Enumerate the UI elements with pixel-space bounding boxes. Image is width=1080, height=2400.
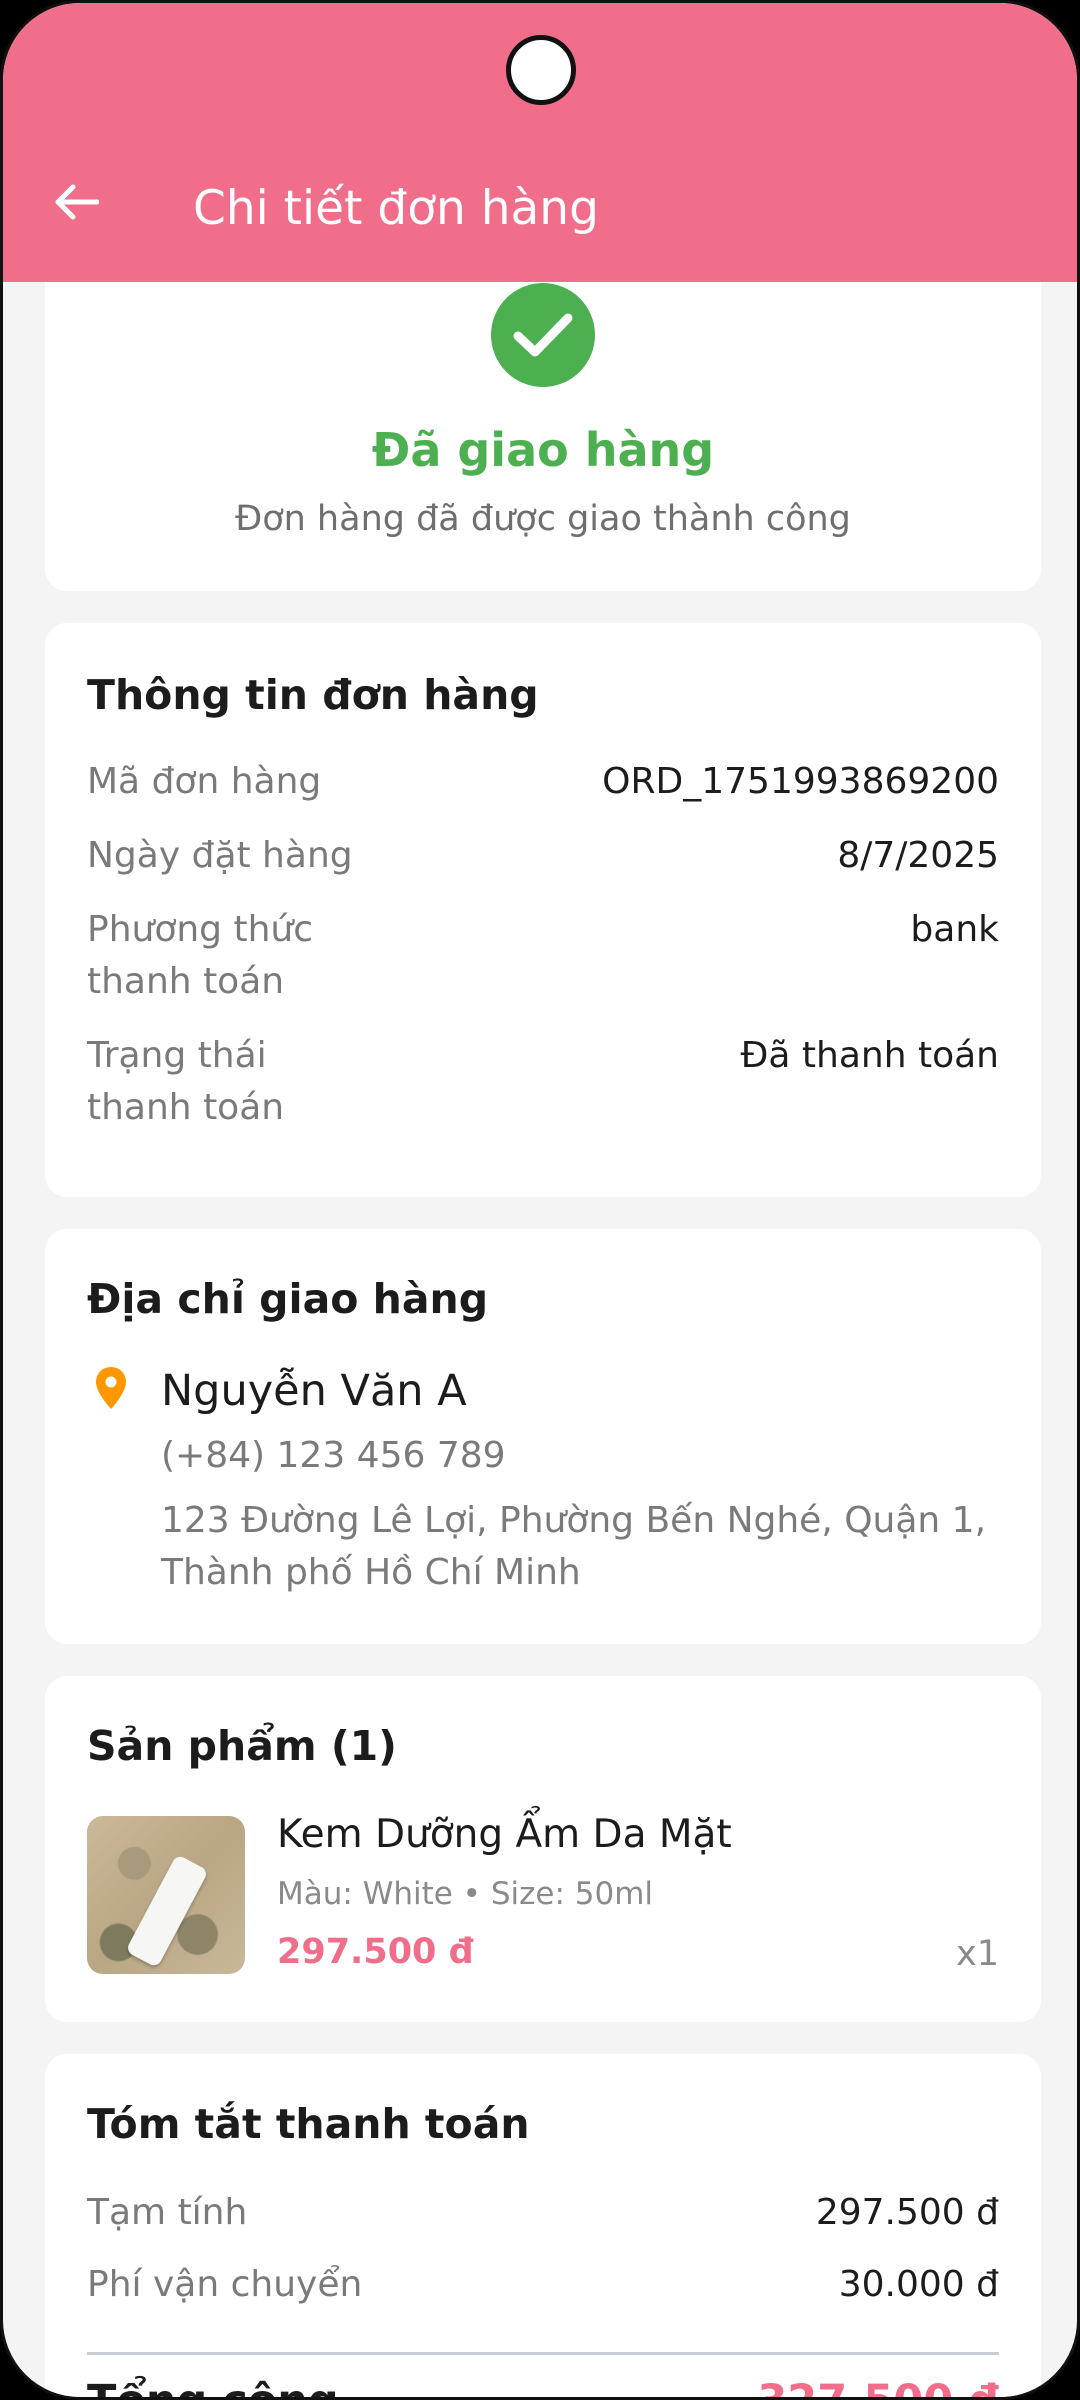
back-button[interactable] bbox=[49, 175, 103, 229]
product-name[interactable]: Kem Dưỡng Ẩm Da Mặt bbox=[277, 1812, 732, 1857]
order-date-label: Ngày đặt hàng bbox=[87, 835, 353, 876]
status-subtitle: Đơn hàng đã được giao thành công bbox=[235, 499, 851, 539]
payment-method-label: Phương thức thanh toán bbox=[87, 909, 314, 1002]
order-id-value: ORD_1751993869200 bbox=[602, 761, 999, 802]
total-label: Tổng cộng bbox=[87, 2376, 339, 2397]
recipient-name: Nguyễn Văn A bbox=[161, 1366, 467, 1416]
total-value: 327.500 đ bbox=[757, 2376, 999, 2397]
product-variant: Màu: White • Size: 50ml bbox=[277, 1876, 654, 1912]
app-bar: Chi tiết đơn hàng bbox=[3, 3, 1077, 282]
recipient-phone: (+84) 123 456 789 bbox=[161, 1435, 506, 1476]
address-line: 123 Đường Lê Lợi, Phường Bến Nghé, Quận … bbox=[161, 1500, 987, 1593]
order-id-label: Mã đơn hàng bbox=[87, 761, 322, 802]
payment-status-label: Trạng thái thanh toán bbox=[87, 1035, 285, 1128]
product-tube-graphic bbox=[125, 1853, 209, 1969]
payment-status-value: Đã thanh toán bbox=[740, 1035, 1000, 1076]
subtotal-label: Tạm tính bbox=[87, 2192, 248, 2233]
check-icon bbox=[513, 313, 573, 357]
camera-cutout bbox=[506, 35, 576, 105]
location-pin-icon bbox=[96, 1367, 126, 1409]
status-title: Đã giao hàng bbox=[371, 423, 715, 477]
payment-summary-card: Tóm tắt thanh toán Tạm tính 297.500 đ Ph… bbox=[45, 2054, 1041, 2397]
order-status-card: Đã giao hàng Đơn hàng đã được giao thành… bbox=[45, 233, 1041, 591]
order-info-card: Thông tin đơn hàng Mã đơn hàng ORD_17519… bbox=[45, 623, 1041, 1197]
product-image[interactable] bbox=[87, 1816, 245, 1974]
order-info-title: Thông tin đơn hàng bbox=[87, 671, 539, 719]
arrow-left-icon bbox=[55, 184, 99, 220]
check-circle-icon bbox=[491, 283, 595, 387]
product-price: 297.500 đ bbox=[277, 1932, 474, 1972]
payment-method-value: bank bbox=[910, 909, 999, 950]
order-date-value: 8/7/2025 bbox=[837, 835, 999, 876]
products-card: Sản phẩm (1) Kem Dưỡng Ẩm Da Mặt Màu: Wh… bbox=[45, 1676, 1041, 2022]
product-quantity: x1 bbox=[956, 1934, 999, 1974]
shipping-address-card: Địa chỉ giao hàng Nguyễn Văn A (+84) 123… bbox=[45, 1229, 1041, 1644]
page-title: Chi tiết đơn hàng bbox=[193, 181, 599, 236]
address-title: Địa chỉ giao hàng bbox=[87, 1275, 489, 1323]
shipping-fee-value: 30.000 đ bbox=[838, 2264, 999, 2305]
products-title: Sản phẩm (1) bbox=[87, 1722, 397, 1770]
payment-summary-title: Tóm tắt thanh toán bbox=[87, 2100, 530, 2148]
phone-screen: Chi tiết đơn hàng Đã giao hàng Đơn hàng … bbox=[0, 0, 1080, 2400]
subtotal-value: 297.500 đ bbox=[815, 2192, 999, 2233]
shipping-fee-label: Phí vận chuyển bbox=[87, 2264, 363, 2305]
divider bbox=[87, 2352, 999, 2355]
